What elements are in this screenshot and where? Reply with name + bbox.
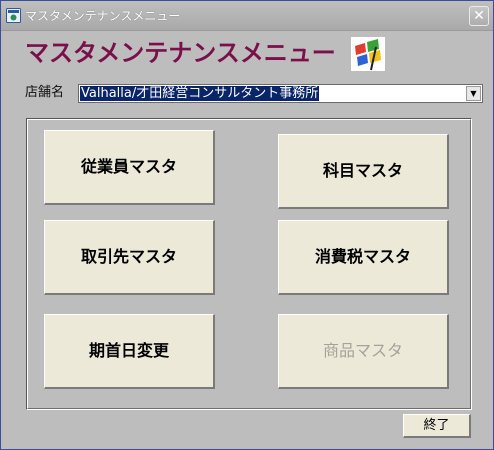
window-close-button[interactable]: ✕ xyxy=(469,6,489,26)
product-master-button: 商品マスタ xyxy=(278,314,449,389)
employee-master-button[interactable]: 従業員マスタ xyxy=(44,130,215,205)
master-maintenance-window: マスタメンテナンスメニュー ✕ マスタメンテナンスメニュー 店舗名 Valhal… xyxy=(0,0,494,450)
close-icon: ✕ xyxy=(473,8,485,24)
store-name-label: 店舗名 xyxy=(25,85,65,100)
supplier-master-button[interactable]: 取引先マスタ xyxy=(44,220,215,295)
windows-flag-icon xyxy=(351,37,385,71)
store-select[interactable]: Valhalla/才田経営コンサルタント事務所 ▼ xyxy=(78,84,483,103)
title-bar[interactable]: マスタメンテナンスメニュー ✕ xyxy=(1,1,493,31)
window-title: マスタメンテナンスメニュー xyxy=(25,9,181,23)
exit-button[interactable]: 終了 xyxy=(403,414,471,438)
chevron-down-icon[interactable]: ▼ xyxy=(466,86,481,101)
app-window-icon xyxy=(6,8,21,23)
fiscal-start-change-button[interactable]: 期首日変更 xyxy=(44,314,215,389)
store-select-value: Valhalla/才田経営コンサルタント事務所 xyxy=(80,86,320,101)
tax-master-button[interactable]: 消費税マスタ xyxy=(278,220,449,295)
account-master-button[interactable]: 科目マスタ xyxy=(278,134,449,209)
page-title: マスタメンテナンスメニュー xyxy=(25,39,336,67)
